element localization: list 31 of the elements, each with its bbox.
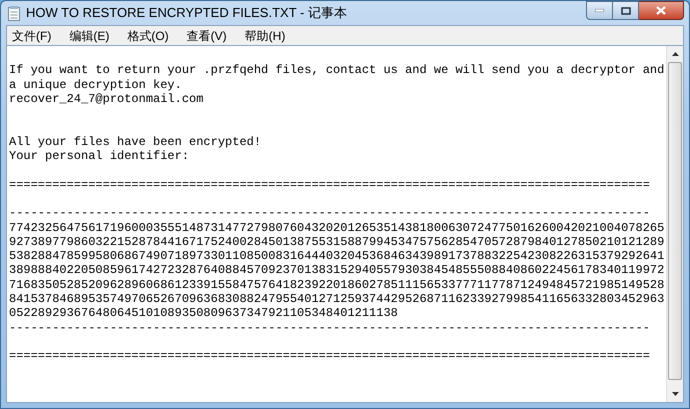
text-line: a unique decryption key. xyxy=(9,78,182,92)
maximize-icon xyxy=(620,6,630,14)
close-icon xyxy=(656,6,666,15)
menu-item[interactable]: 格式(O) xyxy=(125,26,171,44)
text-line: 7742325647561719600035551487314772798076043202012653514381800630724775016260042021004078265 xyxy=(9,220,664,235)
text-line: 9273897798603221528784416717524002845013875531588799453475756285470572879840127850210121289 xyxy=(9,234,664,249)
text-line: All your files have been encrypted! xyxy=(9,134,262,149)
text-line: 5382884785995806867490718973301108500831644403204536846343989173788322542308226315379292641 xyxy=(9,249,664,264)
minimize-button[interactable] xyxy=(586,1,613,20)
text-line: Your personal identifier: xyxy=(9,149,190,164)
minimize-icon xyxy=(595,9,604,12)
close-button[interactable] xyxy=(639,1,684,20)
text-line: ----------------------------------------------------------------------------------------- xyxy=(9,206,650,220)
text-line: ========================================================================================= xyxy=(9,349,650,364)
menu-item[interactable]: 查看(V) xyxy=(184,26,229,44)
maximize-button[interactable] xyxy=(613,1,639,20)
menu-item[interactable]: 编辑(E) xyxy=(67,26,112,44)
text-line: 8415378468953574970652670963683088247955401271259374429526871162339279985411656332803452963 xyxy=(9,292,664,306)
menu-item[interactable]: 帮助(H) xyxy=(242,26,288,44)
text-line: ----------------------------------------------------------------------------------------- xyxy=(9,320,650,335)
text-line: 052289293676480645101089350809637347921105348401211138 xyxy=(9,306,398,320)
notepad-icon xyxy=(8,6,20,20)
text-line: If you want to return your .przfqehd files, contact us and we will send you a decryptor and xyxy=(9,63,664,78)
vertical-scrollbar[interactable] xyxy=(666,46,683,402)
scrollbar-thumb[interactable] xyxy=(668,62,682,380)
text-line: ========================================================================================= xyxy=(9,178,650,192)
text-line: 7168350528520962896068612339155847576418239220186027851115653377711778712494845721985149528 xyxy=(9,278,664,292)
text-line: recover_24_7@protonmail.com xyxy=(9,92,204,106)
window-title: HOW TO RESTORE ENCRYPTED FILES.TXT - 记事本 xyxy=(26,4,347,22)
menu-item[interactable]: 文件(F) xyxy=(10,26,54,44)
text-line: 3898884022050859617427232876408845709237013831529405579303845485550884086022456178340119972 xyxy=(9,263,664,278)
